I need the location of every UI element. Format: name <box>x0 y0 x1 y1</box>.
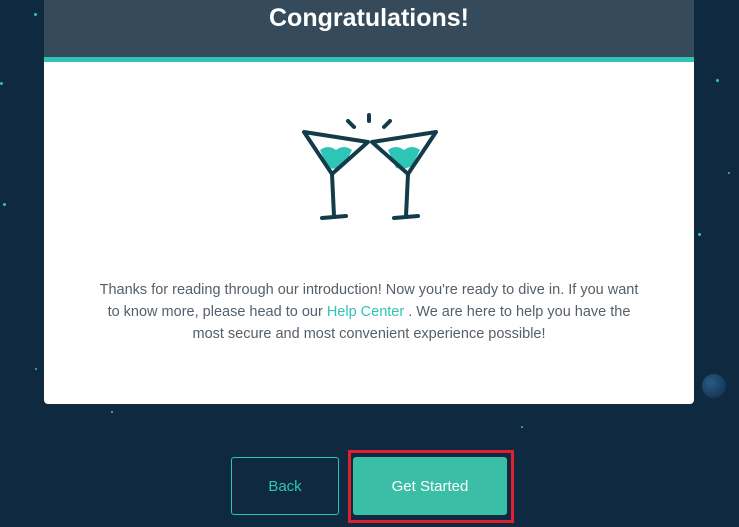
star-decoration <box>3 203 6 206</box>
page-title: Congratulations! <box>269 4 469 32</box>
star-decoration <box>34 13 37 16</box>
star-decoration <box>728 172 730 174</box>
star-decoration <box>35 368 37 370</box>
star-decoration <box>111 411 113 413</box>
back-button[interactable]: Back <box>231 457 339 515</box>
cocktail-glasses-toast-icon <box>300 112 440 232</box>
help-center-link[interactable]: Help Center <box>327 304 404 320</box>
star-decoration <box>716 79 719 82</box>
congratulations-card: Congratulations! Thanks for reading thro… <box>44 0 694 404</box>
card-header: Congratulations! <box>44 0 694 62</box>
intro-message: Thanks for reading through our introduct… <box>94 279 644 345</box>
star-decoration <box>521 426 523 428</box>
get-started-button[interactable]: Get Started <box>353 457 507 515</box>
star-decoration <box>698 233 701 236</box>
planet-decoration <box>702 374 726 398</box>
star-decoration <box>0 82 3 85</box>
